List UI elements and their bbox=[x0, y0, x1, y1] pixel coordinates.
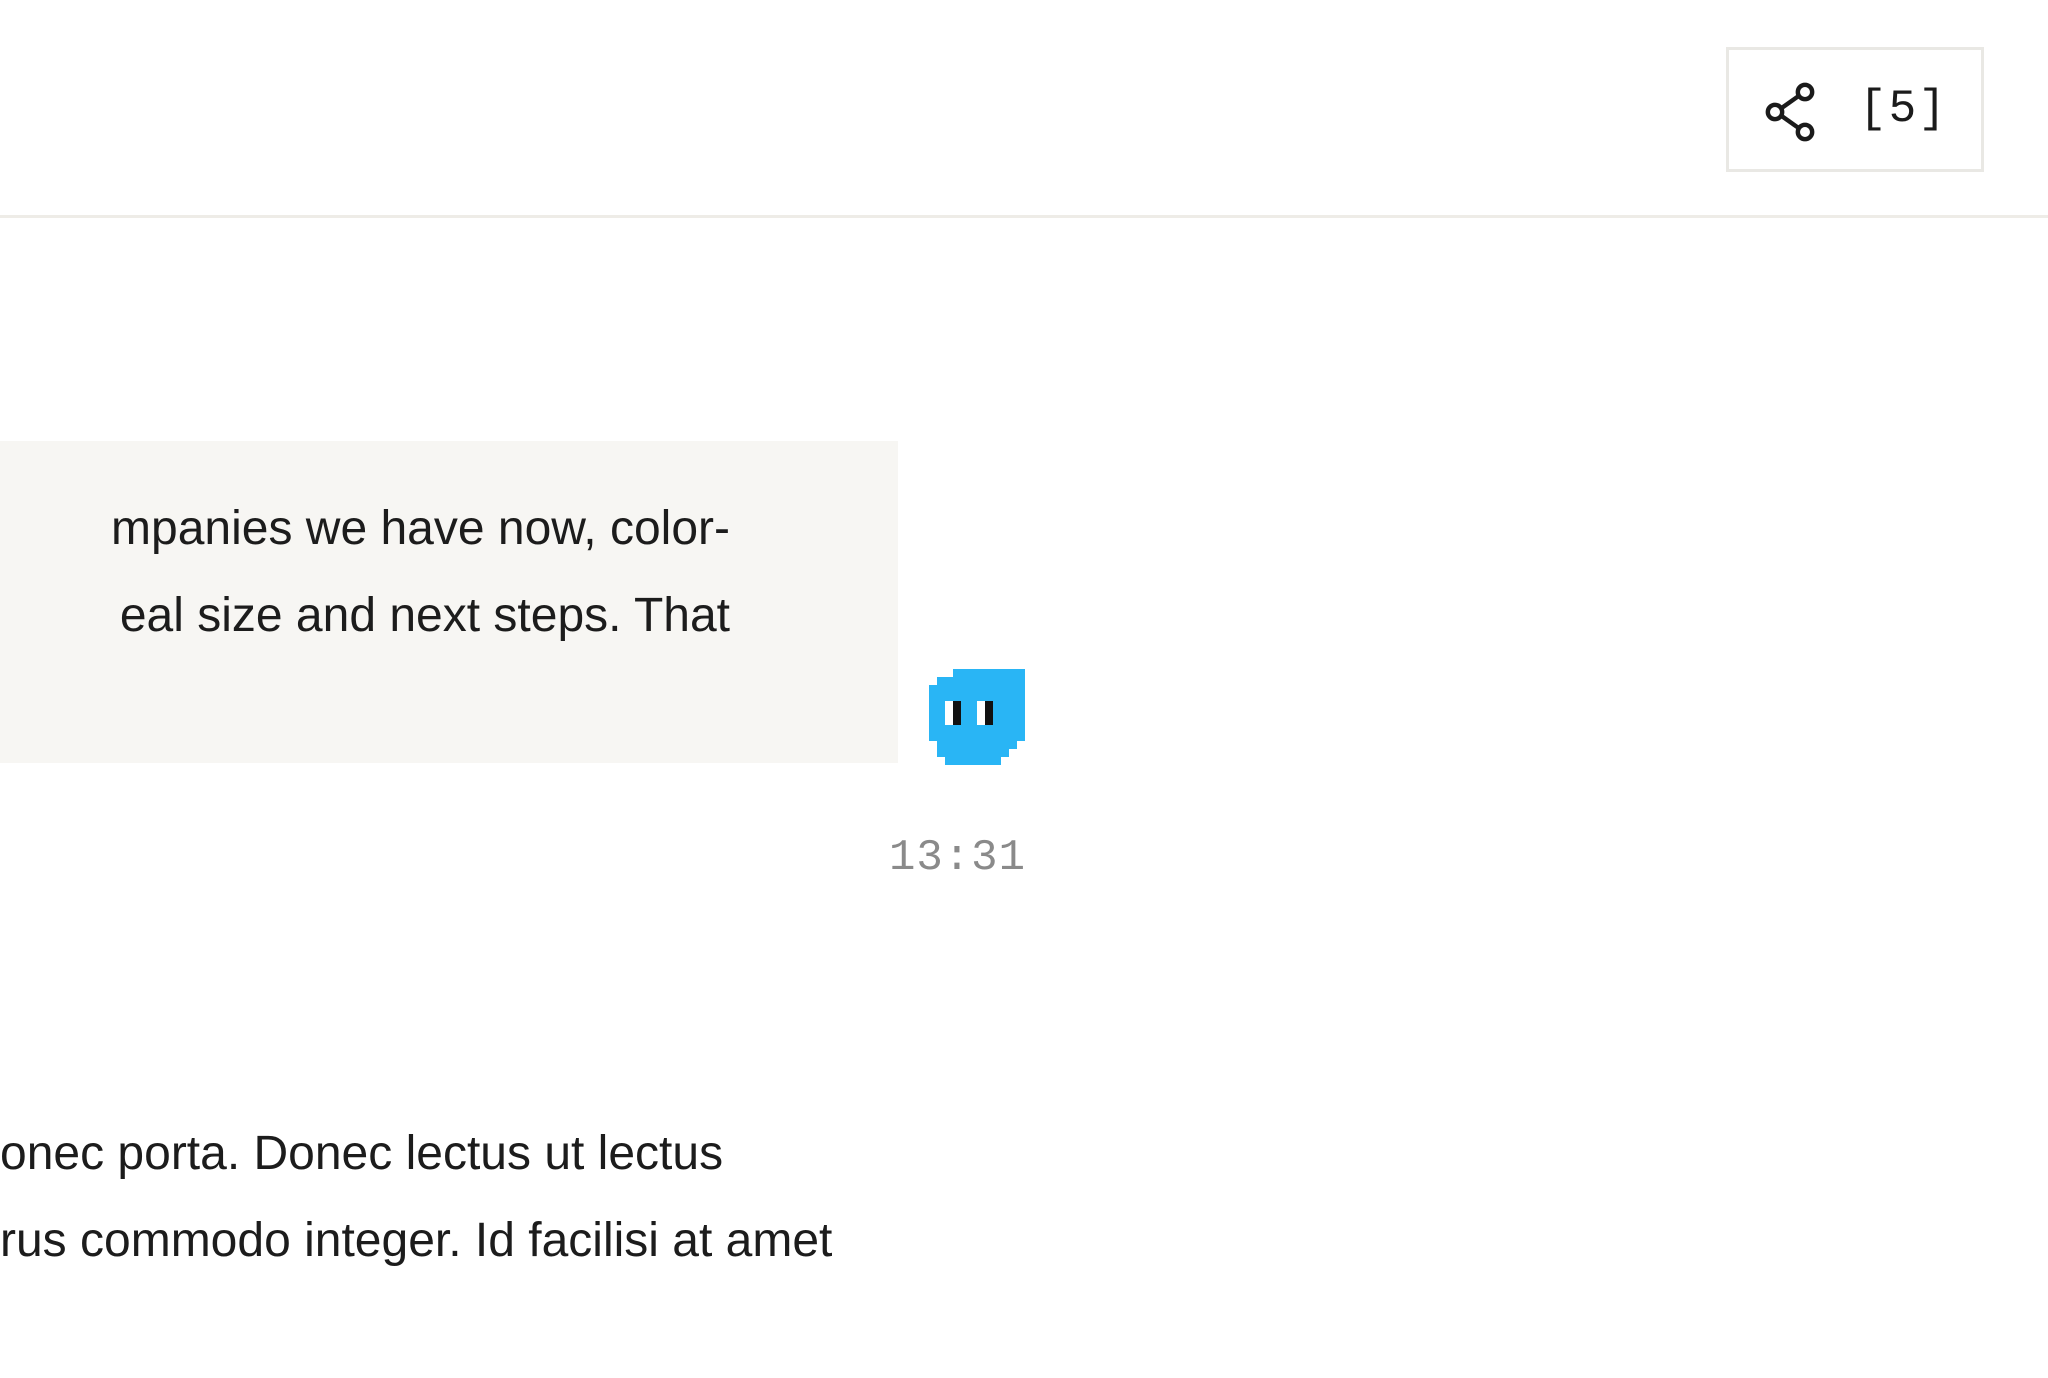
share-icon bbox=[1765, 82, 1815, 142]
chat-header: [5] bbox=[0, 0, 2048, 218]
message-line: onec porta. Donec lectus ut lectus bbox=[0, 1127, 724, 1180]
user-message-bubble: mpanies we have now, color- eal size and… bbox=[0, 441, 898, 763]
message-line: eal size and next steps. That bbox=[119, 589, 730, 642]
chat-page: [5] mpanies we have now, color- eal size… bbox=[0, 0, 2048, 1378]
message-timestamp: 13:31 bbox=[888, 833, 1026, 883]
pixel-ghost-avatar-icon bbox=[929, 669, 1025, 765]
message-line: mpanies we have now, color- bbox=[111, 502, 730, 555]
user-message-text: mpanies we have now, color- eal size and… bbox=[0, 485, 730, 659]
share-button[interactable]: [5] bbox=[1726, 47, 1984, 172]
message-line: rus commodo integer. Id facilisi at amet bbox=[0, 1214, 833, 1267]
assistant-message-text: onec porta. Donec lectus ut lectus rus c… bbox=[0, 1110, 1000, 1284]
share-count-label: [5] bbox=[1859, 83, 1948, 135]
